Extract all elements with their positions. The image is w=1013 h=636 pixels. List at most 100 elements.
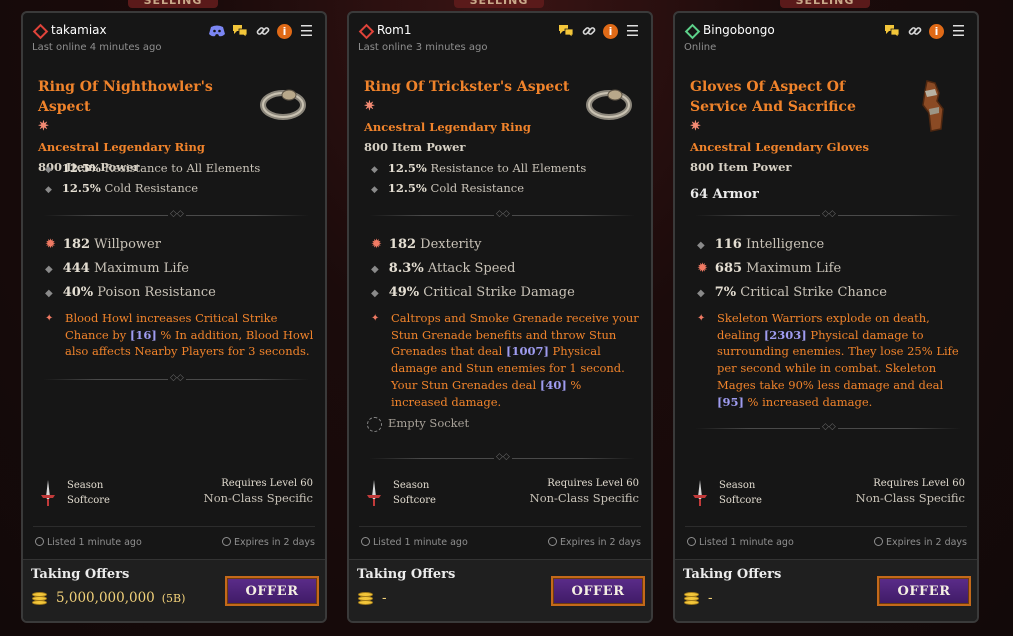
item-type: Ancestral Legendary Gloves [690, 140, 869, 154]
selling-tab: SELLING [780, 0, 870, 8]
gold-coins-icon [683, 590, 701, 606]
listed-time: Listed 1 minute ago [361, 537, 468, 548]
last-online: Last online 4 minutes ago [32, 42, 162, 53]
greater-affix-icon: ✹ [697, 261, 708, 276]
chat-icon[interactable] [883, 23, 900, 39]
menu-icon[interactable]: ☰ [298, 23, 315, 39]
listed-time: Listed 1 minute ago [687, 537, 794, 548]
divider [685, 526, 967, 527]
link-icon[interactable] [580, 23, 597, 39]
affix: ◆ 116 Intelligence [697, 237, 825, 252]
seller-header: Rom1 Last online 3 minutes ago i ☰ [358, 23, 641, 57]
season-label: Season Softcore [393, 480, 436, 506]
implicit-affix: ◆ 12.5% Resistance to All Elements [45, 161, 261, 175]
offer-button[interactable]: OFFER [225, 576, 319, 606]
implicit-affix: ◆ 12.5% Resistance to All Elements [371, 161, 587, 175]
affix: ◆ 8.3% Attack Speed [371, 261, 516, 276]
gold-coins-icon [31, 590, 49, 606]
seller-name[interactable]: Bingobongo [703, 23, 775, 37]
gold-coins-icon [357, 590, 375, 606]
price: 5,000,000,000 (5B) [31, 590, 185, 606]
listing-card: Rom1 Last online 3 minutes ago i ☰ Ring … [347, 11, 653, 623]
offer-bar: Taking Offers - OFFER [675, 559, 977, 621]
item-type: Ancestral Legendary Ring [364, 120, 531, 134]
offer-bar: Taking Offers - OFFER [349, 559, 651, 621]
expires-time: Expires in 2 days [548, 537, 641, 548]
requirements: Requires Level 60 Non-Class Specific [855, 478, 965, 505]
implicit-affix: ◆ 12.5% Cold Resistance [371, 181, 525, 195]
offline-status-icon [32, 23, 49, 40]
socket-icon [367, 416, 382, 432]
divider: ◇◇ [43, 373, 309, 383]
item-name: Gloves Of Aspect Of Service And Sacrific… [690, 77, 905, 205]
greater-affix-icon: ✹ [45, 237, 56, 252]
info-icon[interactable]: i [929, 23, 944, 39]
aspect-text: ✦ Skeleton Warriors explode on death, de… [697, 311, 959, 409]
clock-icon [361, 537, 370, 546]
menu-icon[interactable]: ☰ [950, 23, 967, 39]
expires-time: Expires in 2 days [222, 537, 315, 548]
season-label: Season Softcore [67, 480, 110, 506]
seller-header: takamiax Last online 4 minutes ago i ☰ [32, 23, 315, 57]
offer-button[interactable]: OFFER [551, 576, 645, 606]
empty-socket: Empty Socket [367, 416, 469, 432]
season-sword-icon [41, 480, 55, 506]
chat-icon[interactable] [557, 23, 574, 39]
clock-icon [874, 537, 884, 546]
discord-icon[interactable] [208, 23, 225, 39]
gloves-icon [922, 80, 944, 132]
clock-icon [35, 537, 44, 546]
implicit-affix: ◆ 12.5% Cold Resistance [45, 181, 199, 195]
aspect-text: ✦ Caltrops and Smoke Grenade receive you… [371, 311, 639, 409]
link-icon[interactable] [254, 23, 271, 39]
season-label: Season Softcore [719, 480, 762, 506]
last-online: Last online 3 minutes ago [358, 42, 488, 53]
expires-time: Expires in 2 days [874, 537, 967, 548]
selling-tab: SELLING [128, 0, 218, 8]
seller-name[interactable]: Rom1 [377, 23, 411, 37]
aspect-text: ✦ Blood Howl increases Critical Strike C… [45, 311, 314, 359]
affix-greater: ✹ 182 Willpower [45, 237, 161, 252]
seller-name[interactable]: takamiax [51, 23, 107, 37]
offline-status-icon [358, 23, 375, 40]
listing-card: takamiax Last online 4 minutes ago i ☰ R… [21, 11, 327, 623]
clock-icon [548, 537, 558, 546]
listed-time: Listed 1 minute ago [35, 537, 142, 548]
offer-button[interactable]: OFFER [877, 576, 971, 606]
affix-greater: ✹ 685 Maximum Life [697, 261, 842, 276]
info-icon[interactable]: i [277, 23, 292, 39]
item-power: 800 Item Power [364, 140, 466, 154]
divider [359, 526, 641, 527]
season-sword-icon [367, 480, 381, 506]
affix: ◆ 7% Critical Strike Chance [697, 285, 887, 300]
affix: ◆ 444 Maximum Life [45, 261, 189, 276]
greater-affix-icon: ✹ [371, 237, 382, 252]
online-status-icon [684, 23, 701, 40]
listing-card: Bingobongo Online i ☰ Gloves Of Aspect O… [673, 11, 979, 623]
last-online: Online [684, 42, 717, 53]
divider: ◇◇ [369, 452, 635, 462]
taking-offers-label: Taking Offers [357, 567, 456, 582]
info-icon[interactable]: i [603, 23, 618, 39]
menu-icon[interactable]: ☰ [624, 23, 641, 39]
ancestral-star-icon: ✷ [690, 119, 701, 134]
taking-offers-label: Taking Offers [683, 567, 782, 582]
item-name: Ring Of Trickster's Aspect ✷ Ancestral L… [364, 77, 579, 157]
ring-icon [260, 89, 306, 120]
affix: ◆ 49% Critical Strike Damage [371, 285, 575, 300]
season-sword-icon [693, 480, 707, 506]
ancestral-star-icon: ✷ [38, 119, 49, 134]
aspect-icon: ✦ [45, 313, 54, 324]
offer-bar: Taking Offers 5,000,000,000 (5B) OFFER [23, 559, 325, 621]
ancestral-star-icon: ✷ [364, 99, 375, 114]
item-power: 800 Item Power [690, 160, 792, 174]
affix: ◆ 40% Poison Resistance [45, 285, 216, 300]
selling-tab: SELLING [454, 0, 544, 8]
affix-greater: ✹ 182 Dexterity [371, 237, 482, 252]
chat-icon[interactable] [231, 23, 248, 39]
aspect-icon: ✦ [371, 313, 380, 324]
price: - [683, 590, 713, 606]
item-armor: 64 Armor [690, 187, 759, 202]
link-icon[interactable] [906, 23, 923, 39]
clock-icon [687, 537, 696, 546]
